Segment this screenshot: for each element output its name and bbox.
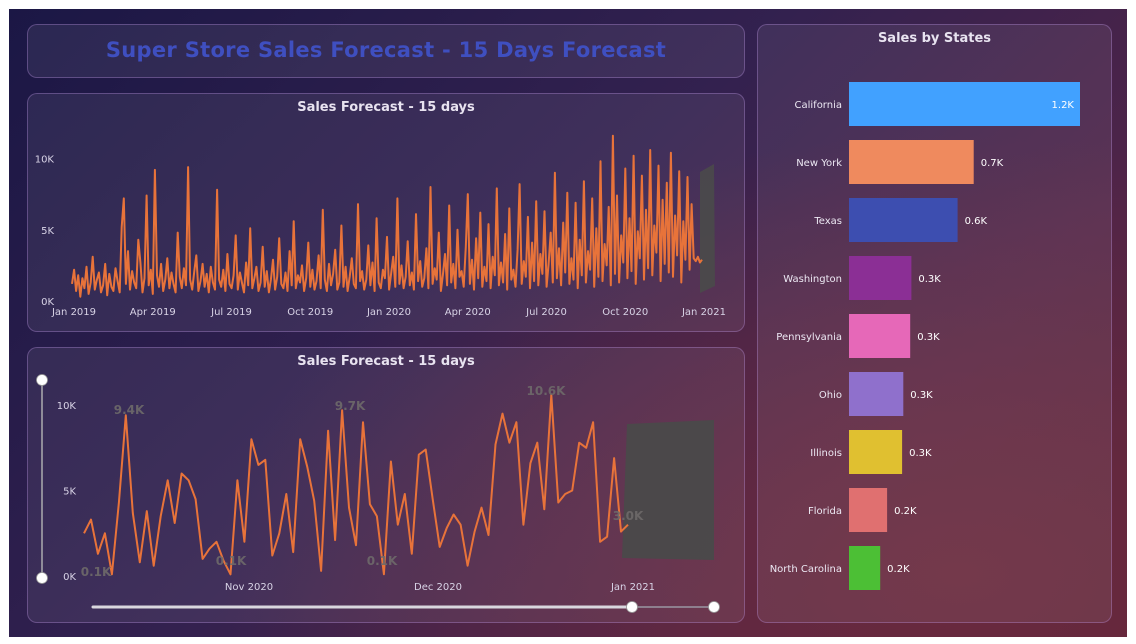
data-label: 0.1K xyxy=(81,565,112,579)
bar-value-label: 0.2K xyxy=(887,564,910,575)
sales-by-states-chart[interactable]: California 1.2K New York 0.7K Texas 0.6K Washi… xyxy=(758,25,1111,622)
data-label: 10.6K xyxy=(527,384,567,398)
zoomed-forecast-chart-panel[interactable]: Sales Forecast - 15 days 0K 5K 10K Nov 2020… xyxy=(27,347,745,623)
state-label: North Carolina xyxy=(770,564,842,575)
bar-value-label: 1.2K xyxy=(1052,100,1075,111)
y-tick-label: 5K xyxy=(41,226,54,237)
state-bar[interactable] xyxy=(849,430,903,474)
state-bar[interactable] xyxy=(849,488,888,532)
x-tick-label: Jan 2019 xyxy=(51,307,96,318)
data-label: 3.0K xyxy=(613,509,644,523)
x-tick-label: Apr 2019 xyxy=(130,307,176,318)
horizontal-slider-handle-left[interactable] xyxy=(626,601,638,613)
state-label: Pennsylvania xyxy=(776,332,842,343)
state-bar[interactable] xyxy=(849,372,904,416)
horizontal-slider-handle-right[interactable] xyxy=(708,601,720,613)
state-bar[interactable] xyxy=(849,546,881,590)
bar-value-label: 0.2K xyxy=(894,506,917,517)
state-label: Washington xyxy=(783,274,842,285)
x-tick-label: Oct 2020 xyxy=(602,307,648,318)
x-tick-label: Jul 2019 xyxy=(210,307,252,318)
data-label: 9.7K xyxy=(335,399,366,413)
data-label: 9.4K xyxy=(114,403,145,417)
state-bar[interactable] xyxy=(849,140,974,184)
state-label: Ohio xyxy=(819,390,842,401)
vertical-slider-handle-bottom[interactable] xyxy=(36,572,48,584)
forecast-chart[interactable]: 0K5K10KJan 2019 Apr 2019 Jul 2019 Oct 2019 J… xyxy=(28,94,744,331)
state-label: Illinois xyxy=(810,448,842,459)
state-label: New York xyxy=(796,158,842,169)
state-label: Texas xyxy=(813,216,842,227)
state-bar[interactable] xyxy=(849,82,1080,126)
title-panel: Super Store Sales Forecast - 15 Days For… xyxy=(27,24,745,78)
x-tick-label: Jan 2020 xyxy=(366,307,411,318)
state-label: California xyxy=(795,100,843,111)
y-tick-label: 10K xyxy=(57,401,77,412)
forecast-chart-panel[interactable]: Sales Forecast - 15 days 0K 5K 10K Jan 2019… xyxy=(27,93,745,332)
vertical-slider-handle-top[interactable] xyxy=(36,374,48,386)
state-label: Florida xyxy=(808,506,842,517)
forecast-band xyxy=(700,164,715,293)
bar-value-label: 0.6K xyxy=(965,216,988,227)
x-tick-label: Dec 2020 xyxy=(414,582,462,593)
bar-value-label: 0.3K xyxy=(909,448,932,459)
sales-series-line[interactable] xyxy=(83,393,629,576)
x-tick-label: Jul 2020 xyxy=(525,307,567,318)
x-tick-label: Jan 2021 xyxy=(681,307,726,318)
bar-value-label: 0.7K xyxy=(981,158,1004,169)
y-tick-label: 10K xyxy=(35,155,55,166)
data-label: 0.1K xyxy=(367,554,398,568)
x-tick-label: Oct 2019 xyxy=(287,307,333,318)
state-bar[interactable] xyxy=(849,198,958,242)
y-tick-label: 0K xyxy=(63,572,76,583)
state-bar[interactable] xyxy=(849,314,911,358)
sales-by-states-panel[interactable]: Sales by States California 1.2K New York 0.… xyxy=(757,24,1112,623)
x-tick-label: Apr 2020 xyxy=(445,307,491,318)
data-label: 0.1K xyxy=(216,554,247,568)
dashboard-canvas: Super Store Sales Forecast - 15 Days For… xyxy=(9,9,1127,637)
x-tick-label: Jan 2021 xyxy=(610,582,655,593)
state-bar[interactable] xyxy=(849,256,912,300)
bar-value-label: 0.3K xyxy=(917,332,940,343)
bar-value-label: 0.3K xyxy=(918,274,941,285)
sales-series-line[interactable] xyxy=(71,134,703,298)
bar-value-label: 0.3K xyxy=(910,390,933,401)
zoomed-forecast-chart[interactable]: 0K 5K 10K Nov 2020 Dec 2020 Jan 2021 9.4K 0.1K 9… xyxy=(28,348,744,622)
dashboard-title: Super Store Sales Forecast - 15 Days For… xyxy=(105,38,667,62)
x-tick-label: Nov 2020 xyxy=(225,582,273,593)
forecast-band xyxy=(622,420,714,560)
y-tick-label: 5K xyxy=(63,487,76,498)
